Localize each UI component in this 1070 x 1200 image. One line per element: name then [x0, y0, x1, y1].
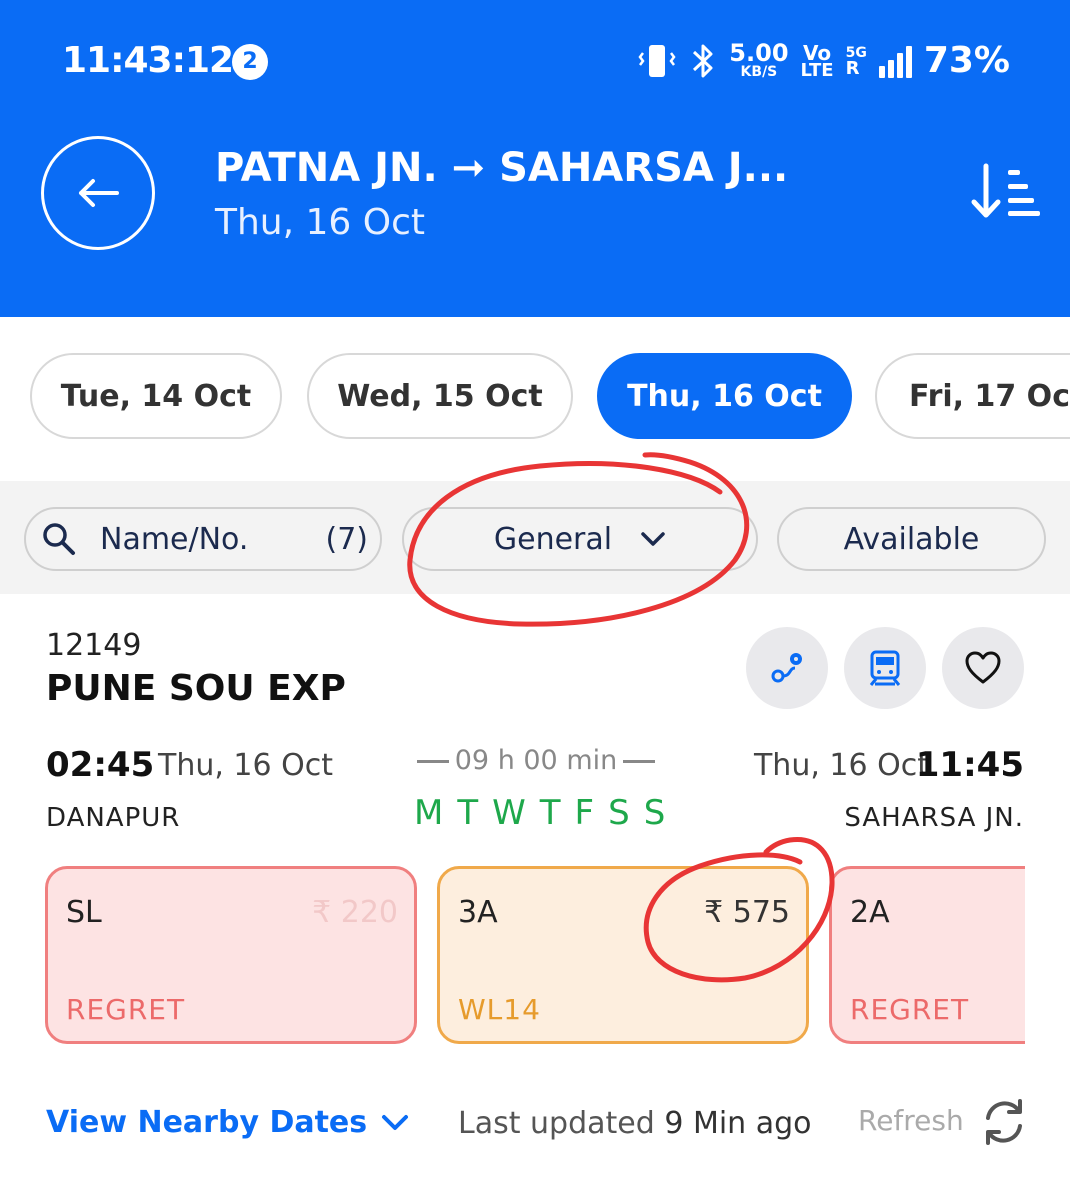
class-code: SL — [66, 895, 102, 930]
train-info-button[interactable] — [844, 627, 926, 709]
class-card-sl[interactable]: SL ₹ 220 REGRET — [45, 866, 417, 1044]
chevron-down-icon — [641, 532, 665, 546]
network-type: 5G R — [845, 44, 867, 79]
day-thu: T — [539, 793, 561, 833]
volte-indicator: Vo LTE — [800, 41, 834, 81]
back-button[interactable] — [41, 136, 155, 250]
status-time: 11:43:12 — [62, 40, 234, 81]
status-bar: 11:43:12 2 5.00 KB/S Vo LTE 5G R 73% — [0, 0, 1070, 120]
date-tab-thu-16[interactable]: Thu, 16 Oct — [597, 353, 852, 439]
departure-time: 02:45 — [46, 745, 155, 785]
route-title: PATNA JN. ➞ SAHARSA J... — [215, 145, 789, 191]
route-map-button[interactable] — [746, 627, 828, 709]
day-fri: F — [574, 793, 595, 833]
arrival-date: Thu, 16 Oct — [753, 748, 929, 783]
status-icons: 5.00 KB/S Vo LTE 5G R 73% — [637, 40, 1010, 81]
date-tab-fri-17[interactable]: Fri, 17 Oct — [875, 353, 1070, 439]
nearby-label: View Nearby Dates — [46, 1105, 368, 1140]
departure-station: DANAPUR — [46, 803, 181, 833]
class-code: 2A — [850, 895, 890, 930]
train-count: (7) — [325, 521, 369, 557]
train-name: PUNE SOU EXP — [46, 668, 346, 709]
quota-dropdown[interactable]: General — [402, 507, 758, 571]
notification-count-badge: 2 — [232, 44, 268, 80]
quota-value: General — [493, 521, 613, 557]
class-code: 3A — [458, 895, 498, 930]
sort-icon — [971, 163, 1040, 218]
heart-icon — [965, 651, 1001, 684]
journey-date: Thu, 16 Oct — [215, 202, 426, 243]
class-status: REGRET — [850, 993, 970, 1026]
filter-bar: Name/No. (7) General Available — [0, 481, 1070, 594]
running-days: M T W T F S S — [414, 793, 665, 833]
bluetooth-icon — [693, 44, 713, 77]
class-availability-list: SL ₹ 220 REGRET 3A ₹ 575 WL14 2A REGRET — [0, 864, 1025, 1046]
search-icon — [43, 523, 75, 555]
search-filter[interactable]: Name/No. (7) — [24, 507, 382, 571]
sort-button[interactable] — [970, 160, 1044, 224]
signal-strength-icon — [878, 44, 912, 78]
class-card-2a[interactable]: 2A REGRET — [829, 866, 1025, 1044]
arrival-station: SAHARSA JN. — [844, 803, 1024, 833]
day-wed: W — [492, 793, 526, 833]
view-nearby-dates-link[interactable]: View Nearby Dates — [46, 1105, 409, 1140]
favorite-button[interactable] — [942, 627, 1024, 709]
arrow-left-icon — [79, 179, 119, 207]
class-status: WL14 — [458, 993, 541, 1026]
train-number: 12149 — [46, 628, 142, 663]
day-tue: T — [457, 793, 479, 833]
class-status: REGRET — [66, 993, 186, 1026]
train-icon — [869, 650, 901, 686]
refresh-icon[interactable] — [978, 1096, 1030, 1148]
day-mon: M — [414, 793, 444, 833]
vibrate-icon — [638, 44, 676, 77]
last-updated-text: Last updated 9 Min ago — [458, 1106, 812, 1141]
day-sat: S — [608, 793, 630, 833]
date-tab-tue-14[interactable]: Tue, 14 Oct — [30, 353, 282, 439]
route-icon — [771, 653, 802, 683]
journey-duration: 09 h 00 min — [410, 745, 662, 776]
chevron-down-icon — [382, 1114, 409, 1130]
day-sun: S — [643, 793, 666, 833]
refresh-label[interactable]: Refresh — [858, 1104, 964, 1137]
departure-date: Thu, 16 Oct — [158, 748, 334, 783]
class-card-3a[interactable]: 3A ₹ 575 WL14 — [437, 866, 809, 1044]
date-selector: Tue, 14 Oct Wed, 15 Oct Thu, 16 Oct Fri,… — [0, 353, 1070, 439]
availability-filter[interactable]: Available — [777, 507, 1046, 571]
class-fare: ₹ 575 — [704, 895, 790, 930]
network-speed: 5.00 KB/S — [729, 39, 789, 80]
search-label: Name/No. — [100, 521, 249, 557]
app-header: 11:43:12 2 5.00 KB/S Vo LTE 5G R 73% PAT… — [0, 0, 1070, 317]
arrival-time: 11:45 — [915, 745, 1024, 785]
date-tab-wed-15[interactable]: Wed, 15 Oct — [307, 353, 573, 439]
battery-level: 73% — [923, 40, 1010, 81]
class-fare: ₹ 220 — [312, 895, 398, 930]
